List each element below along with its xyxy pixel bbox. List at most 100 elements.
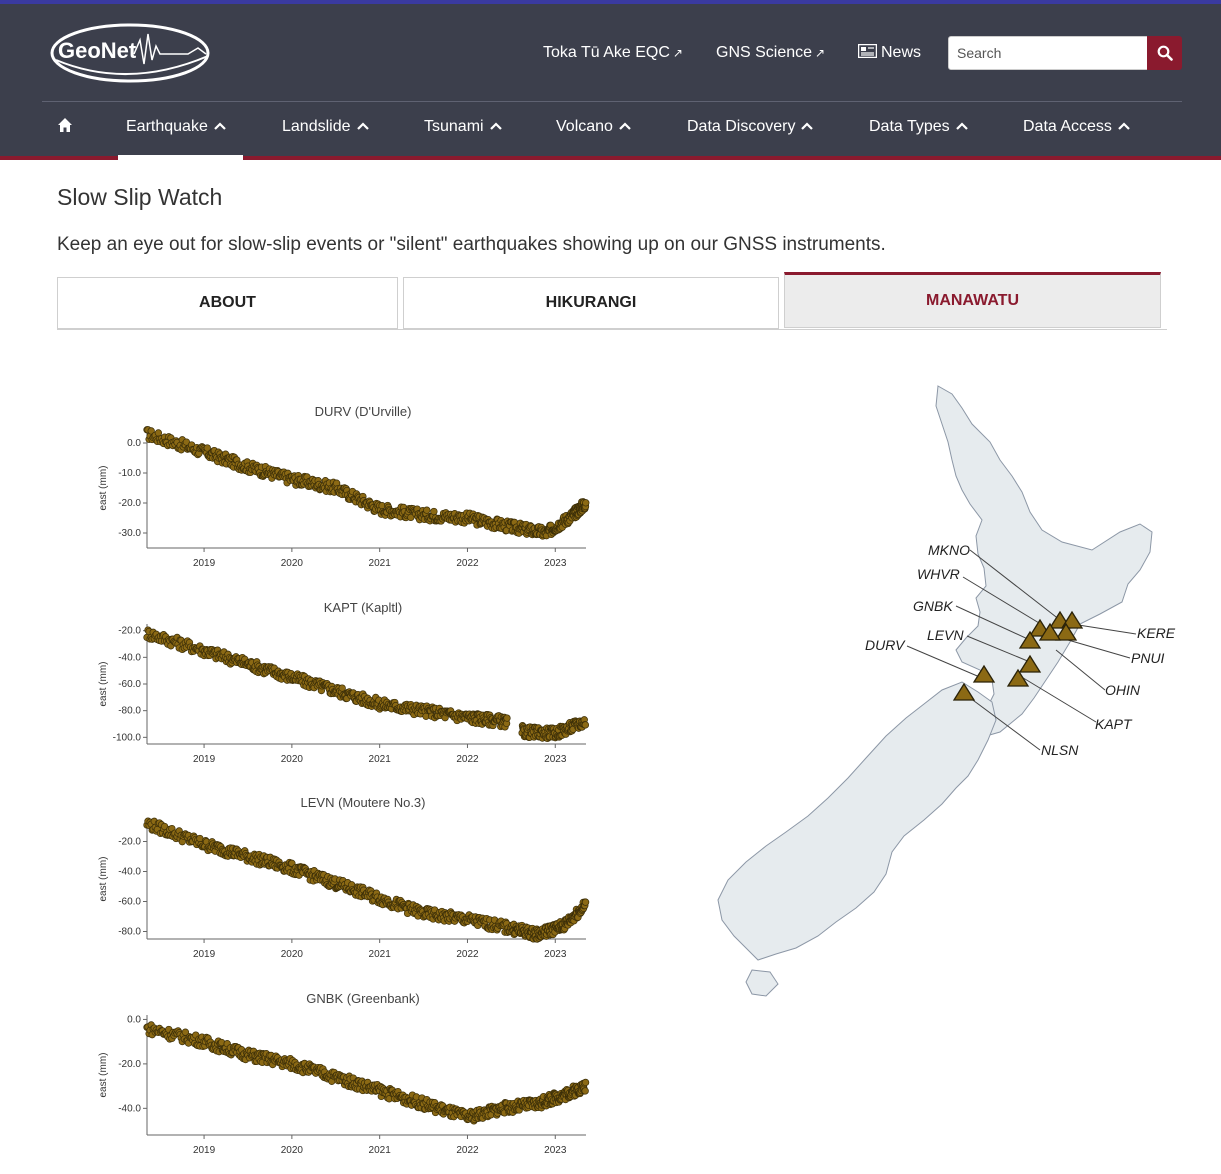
nav-label: Landslide bbox=[282, 118, 351, 135]
data-point bbox=[430, 507, 438, 516]
y-tick-label: -40.0 bbox=[118, 652, 141, 663]
site-label-pnui: PNUI bbox=[1131, 650, 1165, 666]
chart-title: GNBK (Greenbank) bbox=[306, 991, 419, 1006]
y-axis-label: east (mm) bbox=[98, 466, 109, 511]
site-label-levn: LEVN bbox=[927, 627, 964, 643]
x-tick-label: 2020 bbox=[281, 1145, 304, 1156]
nav-volcano[interactable]: Volcano bbox=[556, 118, 631, 136]
chevron-up-icon bbox=[1118, 122, 1130, 130]
site-label-durv: DURV bbox=[865, 637, 906, 653]
nav-home[interactable] bbox=[57, 117, 73, 138]
y-tick-label: -40.0 bbox=[118, 1103, 141, 1114]
tab-manawatu[interactable]: MANAWATU bbox=[784, 272, 1161, 328]
y-tick-label: -40.0 bbox=[118, 867, 141, 878]
y-tick-label: -10.0 bbox=[118, 468, 141, 479]
x-tick-label: 2020 bbox=[281, 949, 304, 960]
y-axis-label: east (mm) bbox=[98, 662, 109, 707]
x-tick-label: 2019 bbox=[193, 949, 216, 960]
geonet-logo[interactable]: GeoNet bbox=[48, 20, 212, 86]
y-tick-label: 0.0 bbox=[127, 438, 141, 449]
search-icon bbox=[1157, 45, 1173, 61]
nav-label: Earthquake bbox=[126, 118, 208, 135]
y-tick-label: -60.0 bbox=[118, 679, 141, 690]
nav-tsunami[interactable]: Tsunami bbox=[424, 118, 502, 136]
x-tick-label: 2022 bbox=[456, 558, 479, 569]
chart-kapt: KAPT (Kapltl) east (mm) 2019 2020 2021 2022 20… bbox=[90, 596, 600, 776]
home-icon bbox=[58, 118, 72, 132]
chart-gnbk: GNBK (Greenbank) east (mm) 2019 2020 2021 202… bbox=[90, 987, 600, 1167]
tab-about[interactable]: ABOUT bbox=[57, 277, 398, 329]
x-tick-label: 2022 bbox=[456, 949, 479, 960]
data-point bbox=[581, 721, 590, 729]
link-news[interactable]: News bbox=[857, 43, 922, 62]
page-title: Slow Slip Watch bbox=[57, 184, 223, 210]
x-tick-label: 2019 bbox=[193, 754, 216, 765]
x-tick-label: 2019 bbox=[193, 558, 216, 569]
y-tick-label: -30.0 bbox=[118, 528, 141, 539]
nav-label: Tsunami bbox=[424, 118, 484, 135]
data-points bbox=[143, 1021, 590, 1125]
site-label-nlsn: NLSN bbox=[1041, 742, 1079, 758]
chart-title: LEVN (Moutere No.3) bbox=[301, 795, 426, 810]
page-description: Keep an eye out for slow-slip events or … bbox=[57, 234, 886, 255]
tab-underline bbox=[57, 329, 1167, 330]
x-tick-label: 2022 bbox=[456, 1145, 479, 1156]
search-button[interactable] bbox=[1147, 36, 1182, 70]
external-link-icon: ↗ bbox=[672, 46, 683, 60]
south-island-shape bbox=[717, 681, 997, 961]
x-tick-label: 2022 bbox=[456, 754, 479, 765]
data-point bbox=[581, 1087, 589, 1095]
x-tick-label: 2021 bbox=[369, 949, 392, 960]
nav-data-types[interactable]: Data Types bbox=[869, 118, 968, 136]
data-point bbox=[423, 506, 431, 514]
chart-title: DURV (D'Urville) bbox=[315, 404, 412, 419]
y-axis-label: east (mm) bbox=[98, 857, 109, 902]
x-tick-label: 2021 bbox=[369, 558, 392, 569]
x-tick-label: 2023 bbox=[544, 949, 567, 960]
chevron-up-icon bbox=[356, 122, 369, 130]
link-label: News bbox=[881, 44, 922, 61]
nav-data-discovery[interactable]: Data Discovery bbox=[687, 118, 814, 136]
data-point bbox=[503, 714, 511, 722]
data-point bbox=[581, 1078, 590, 1087]
chevron-up-icon bbox=[214, 122, 226, 130]
newspaper-icon bbox=[857, 43, 878, 59]
nav-landslide[interactable]: Landslide bbox=[282, 118, 369, 136]
nav-label: Data Discovery bbox=[687, 118, 796, 135]
data-points bbox=[143, 817, 590, 943]
chevron-up-icon bbox=[489, 122, 502, 130]
nav-label: Volcano bbox=[556, 118, 613, 135]
data-point bbox=[582, 499, 590, 507]
chevron-up-icon bbox=[619, 122, 631, 130]
nz-site-map: MKNO WHVR GNBK LEVN DURV KERE PNUI OHIN … bbox=[700, 380, 1200, 1020]
y-tick-label: -60.0 bbox=[118, 897, 141, 908]
site-label-kere: KERE bbox=[1137, 625, 1176, 641]
nav-earthquake[interactable]: Earthquake bbox=[126, 118, 226, 136]
link-label: GNS Science bbox=[716, 44, 813, 61]
external-link-icon: ↗ bbox=[815, 46, 826, 60]
link-label: Toka Tū Ake EQC bbox=[543, 44, 670, 61]
link-gns-science[interactable]: GNS Science ↗ bbox=[716, 44, 825, 62]
y-tick-label: -80.0 bbox=[118, 927, 141, 938]
search-input[interactable] bbox=[948, 36, 1148, 70]
x-tick-label: 2020 bbox=[281, 754, 304, 765]
site-label-gnbk: GNBK bbox=[913, 598, 953, 614]
link-toka-tu-ake[interactable]: Toka Tū Ake EQC ↗ bbox=[543, 44, 683, 62]
x-tick-label: 2023 bbox=[544, 754, 567, 765]
data-points bbox=[143, 426, 590, 540]
chart-levn: LEVN (Moutere No.3) east (mm) 2019 2020 2021… bbox=[90, 791, 600, 971]
nav-data-access[interactable]: Data Access bbox=[1023, 118, 1130, 136]
data-point bbox=[581, 898, 590, 906]
chevron-up-icon bbox=[801, 122, 814, 130]
chevron-up-icon bbox=[955, 122, 968, 130]
x-tick-label: 2019 bbox=[193, 1145, 216, 1156]
data-points bbox=[143, 626, 590, 743]
y-tick-label: -100.0 bbox=[113, 732, 142, 743]
x-tick-label: 2020 bbox=[281, 558, 304, 569]
nav-active-indicator bbox=[118, 155, 243, 160]
x-tick-label: 2023 bbox=[544, 558, 567, 569]
y-tick-label: -20.0 bbox=[118, 1059, 141, 1070]
chart-title: KAPT (Kapltl) bbox=[324, 600, 403, 615]
y-tick-label: -20.0 bbox=[118, 498, 141, 509]
tab-hikurangi[interactable]: HIKURANGI bbox=[403, 277, 779, 329]
